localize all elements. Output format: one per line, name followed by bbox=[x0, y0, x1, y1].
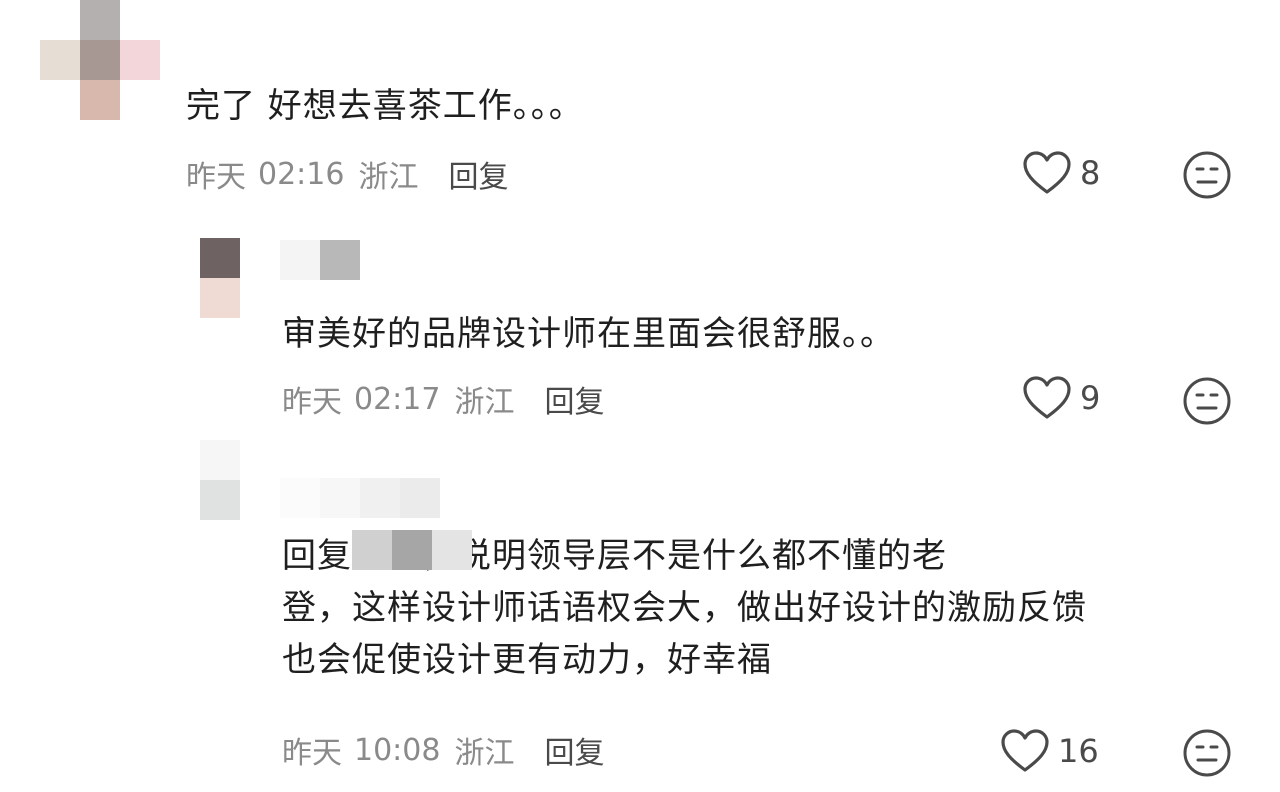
emoji-reaction-button[interactable] bbox=[1182, 728, 1232, 782]
like-button[interactable]: 8 bbox=[1022, 150, 1100, 196]
comment-meta: 昨天 02:16 浙江 回复 bbox=[186, 152, 508, 196]
like-count: 16 bbox=[1058, 732, 1099, 770]
comment-text: 回复 点了，说明领导层不是什么都不懂的老 登，这样设计师话语权会大，做出好设计的… bbox=[282, 530, 1087, 686]
mention-username[interactable] bbox=[352, 530, 476, 570]
comment-text-line: 回复 点了，说明领导层不是什么都不懂的老 bbox=[282, 530, 1087, 582]
reply-button[interactable]: 回复 bbox=[448, 152, 508, 196]
comment-location: 浙江 bbox=[358, 160, 419, 195]
reply-button[interactable]: 回复 bbox=[544, 377, 604, 421]
like-count: 8 bbox=[1080, 154, 1101, 192]
comment-date: 昨天 bbox=[186, 160, 246, 195]
reply-prefix: 回复 bbox=[282, 536, 352, 576]
emoji-reaction-button[interactable] bbox=[1182, 150, 1232, 204]
heart-outline-icon bbox=[1022, 150, 1072, 196]
comment-time: 02:17 bbox=[354, 381, 441, 417]
username[interactable] bbox=[280, 478, 442, 518]
neutral-face-icon bbox=[1182, 729, 1232, 782]
comment-meta: 昨天 10:08 浙江 回复 bbox=[282, 728, 604, 772]
neutral-face-icon bbox=[1182, 377, 1232, 430]
comment-location: 浙江 bbox=[454, 385, 515, 420]
comment-text: 审美好的品牌设计师在里面会很舒服。。 bbox=[282, 314, 895, 354]
heart-outline-icon bbox=[1022, 375, 1072, 421]
comment-date: 昨天 bbox=[282, 385, 342, 420]
avatar[interactable] bbox=[40, 0, 162, 122]
comment-time: 10:08 bbox=[354, 732, 441, 768]
emoji-reaction-button[interactable] bbox=[1182, 376, 1232, 430]
comment-text-line: 也会促使设计更有动力，好幸福 bbox=[282, 640, 772, 680]
comment-location: 浙江 bbox=[454, 736, 515, 771]
like-button[interactable]: 16 bbox=[1000, 728, 1099, 774]
heart-outline-icon bbox=[1000, 728, 1050, 774]
comment-text-line: 登，这样设计师话语权会大，做出好设计的激励反馈 bbox=[282, 588, 1087, 628]
neutral-face-icon bbox=[1182, 151, 1232, 204]
comment-text: 完了 好想去喜茶工作。。。 bbox=[186, 86, 584, 126]
like-button[interactable]: 9 bbox=[1022, 375, 1100, 421]
comment-time: 02:16 bbox=[258, 156, 345, 192]
username[interactable] bbox=[280, 240, 362, 280]
comment-meta: 昨天 02:17 浙江 回复 bbox=[282, 377, 604, 421]
avatar[interactable] bbox=[200, 440, 242, 522]
like-count: 9 bbox=[1080, 379, 1101, 417]
avatar[interactable] bbox=[200, 238, 242, 320]
reply-button[interactable]: 回复 bbox=[544, 728, 604, 772]
comment-date: 昨天 bbox=[282, 736, 342, 771]
